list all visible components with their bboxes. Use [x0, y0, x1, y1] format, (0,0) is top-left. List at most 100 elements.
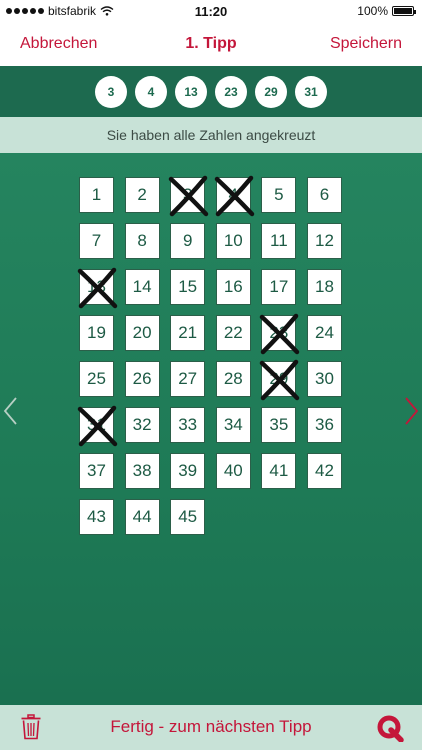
number-cell-8[interactable]: 8 [124, 223, 160, 259]
number-cell-label: 29 [269, 369, 289, 388]
number-cell-20[interactable]: 20 [124, 315, 160, 351]
selected-number-ball: 13 [175, 75, 207, 108]
number-cell-14[interactable]: 14 [124, 269, 160, 305]
selected-number-ball: 23 [215, 75, 247, 108]
number-cell-label: 41 [269, 461, 289, 480]
number-cell-22[interactable]: 22 [215, 315, 251, 351]
number-cell-label: 37 [87, 461, 106, 480]
number-cell-label: 13 [87, 277, 106, 296]
number-cell-label: 1 [91, 185, 102, 204]
number-cell-label: 21 [178, 323, 198, 342]
number-cell-label: 42 [315, 461, 334, 480]
number-grid-area: 1 2 3 4 5 6 7 8 9 10 11 12 13 14 15 16 17 18 19 20 21 22 23 24 2… [0, 153, 422, 705]
number-cell-28[interactable]: 28 [215, 361, 251, 397]
number-cell-label: 43 [87, 507, 106, 526]
number-cell-label: 40 [223, 461, 243, 480]
number-cell-label: 6 [319, 185, 330, 204]
next-tip-button[interactable]: Fertig - zum nächsten Tipp [60, 717, 362, 737]
number-cell-17[interactable]: 17 [261, 269, 297, 305]
q-logo-icon [377, 715, 404, 742]
number-cell-label: 22 [223, 323, 243, 342]
trash-icon[interactable] [20, 714, 42, 740]
chevron-left-icon[interactable] [2, 396, 20, 426]
number-cell-label: 18 [315, 277, 334, 296]
number-cell-label: 26 [132, 369, 152, 388]
battery-icon [392, 6, 416, 16]
number-cell-9[interactable]: 9 [170, 223, 206, 259]
number-cell-11[interactable]: 11 [261, 223, 297, 259]
selected-number-ball: 29 [255, 75, 287, 108]
number-cell-6[interactable]: 6 [306, 177, 342, 213]
number-cell-label: 20 [132, 323, 152, 342]
number-cell-41[interactable]: 41 [261, 453, 297, 489]
number-cell-label: 16 [223, 277, 243, 296]
number-cell-label: 45 [178, 507, 198, 526]
number-cell-label: 30 [315, 369, 334, 388]
save-button[interactable]: Speichern [330, 35, 402, 53]
number-cell-45[interactable]: 45 [170, 499, 206, 535]
number-cell-24[interactable]: 24 [306, 315, 342, 351]
number-cell-33[interactable]: 33 [170, 407, 206, 443]
number-cell-36[interactable]: 36 [306, 407, 342, 443]
number-cell-21[interactable]: 21 [170, 315, 206, 351]
number-cell-27[interactable]: 27 [170, 361, 206, 397]
info-message: Sie haben alle Zahlen angekreuzt [106, 127, 316, 143]
selected-numbers-strip: 3 4 13 23 29 31 [0, 66, 422, 117]
number-cell-label: 27 [178, 369, 198, 388]
selected-number-ball: 3 [95, 75, 127, 108]
number-cell-label: 31 [87, 415, 106, 434]
number-cell-label: 23 [269, 323, 289, 342]
number-cell-19[interactable]: 19 [79, 315, 114, 351]
number-cell-12[interactable]: 12 [306, 223, 342, 259]
number-cell-1[interactable]: 1 [79, 177, 114, 213]
number-cell-label: 24 [315, 323, 334, 342]
number-cell-label: 9 [182, 231, 193, 250]
number-cell-18[interactable]: 18 [306, 269, 342, 305]
number-cell-35[interactable]: 35 [261, 407, 297, 443]
number-cell-label: 3 [182, 185, 193, 204]
number-cell-13[interactable]: 13 [77, 267, 118, 309]
number-cell-label: 14 [132, 277, 152, 296]
number-cell-40[interactable]: 40 [215, 453, 251, 489]
cancel-button[interactable]: Abbrechen [20, 35, 97, 53]
number-cell-label: 38 [132, 461, 152, 480]
status-bar: bitsfabrik 11:20 100% [0, 0, 422, 22]
number-cell-42[interactable]: 42 [306, 453, 342, 489]
number-cell-44[interactable]: 44 [124, 499, 160, 535]
number-cell-39[interactable]: 39 [170, 453, 206, 489]
number-cell-26[interactable]: 26 [124, 361, 160, 397]
chevron-right-icon[interactable] [402, 396, 420, 426]
number-cell-5[interactable]: 5 [261, 177, 297, 213]
number-cell-4[interactable]: 4 [214, 175, 255, 217]
number-cell-2[interactable]: 2 [124, 177, 160, 213]
number-cell-label: 33 [178, 415, 198, 434]
number-cell-7[interactable]: 7 [79, 223, 114, 259]
selected-number-ball: 31 [295, 75, 327, 108]
number-grid: 1 2 3 4 5 6 7 8 9 10 11 12 13 14 15 16 17 18 19 20 21 22 23 24 2… [77, 175, 342, 535]
number-cell-23[interactable]: 23 [260, 313, 300, 355]
number-cell-34[interactable]: 34 [215, 407, 251, 443]
number-cell-31[interactable]: 31 [77, 405, 118, 447]
number-cell-label: 5 [274, 185, 284, 204]
number-cell-37[interactable]: 37 [79, 453, 114, 489]
number-cell-label: 7 [91, 231, 102, 250]
number-cell-label: 10 [223, 231, 243, 250]
number-cell-29[interactable]: 29 [260, 359, 300, 401]
number-cell-43[interactable]: 43 [79, 499, 114, 535]
number-cell-32[interactable]: 32 [124, 407, 160, 443]
number-cell-38[interactable]: 38 [124, 453, 160, 489]
number-cell-label: 8 [137, 231, 147, 250]
number-cell-25[interactable]: 25 [79, 361, 114, 397]
nav-bar: Abbrechen 1. Tipp Speichern [0, 22, 422, 66]
number-cell-label: 2 [137, 185, 147, 204]
number-cell-30[interactable]: 30 [306, 361, 342, 397]
number-cell-15[interactable]: 15 [170, 269, 206, 305]
battery-percent: 100% [357, 4, 388, 18]
number-cell-16[interactable]: 16 [215, 269, 251, 305]
number-cell-label: 34 [223, 415, 243, 434]
selected-number-ball: 4 [135, 75, 167, 108]
number-cell-label: 35 [269, 415, 289, 434]
status-right: 100% [357, 4, 416, 18]
number-cell-10[interactable]: 10 [215, 223, 251, 259]
number-cell-3[interactable]: 3 [168, 175, 209, 217]
